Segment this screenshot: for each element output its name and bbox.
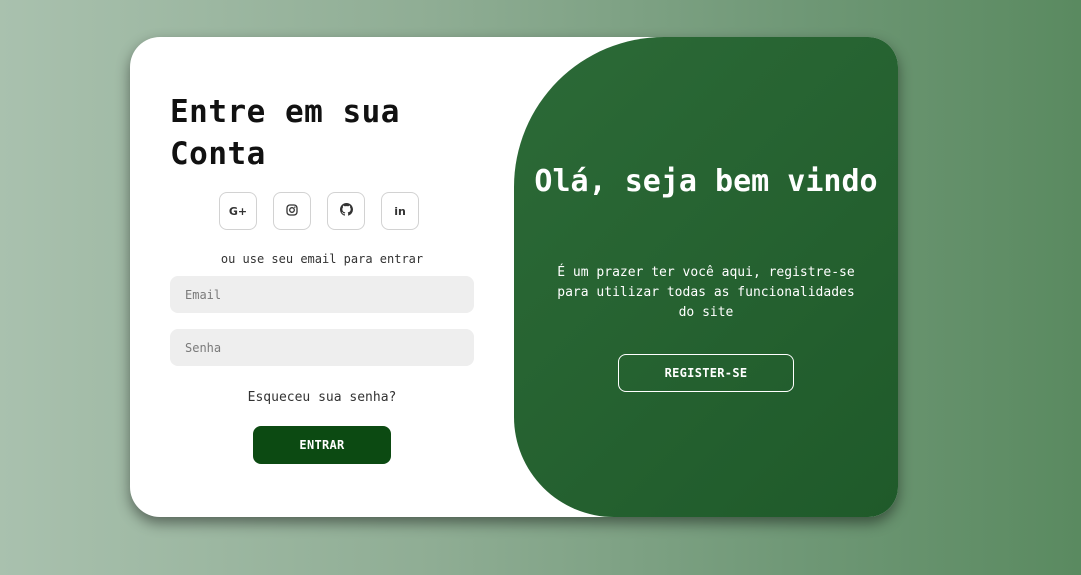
social-login-row: G+ in: [219, 192, 419, 230]
email-input[interactable]: [170, 276, 474, 313]
login-form: Entre em sua Conta G+ in ou use seu emai…: [170, 37, 474, 517]
register-button[interactable]: REGISTER-SE: [618, 354, 794, 392]
github-button[interactable]: [327, 192, 365, 230]
welcome-description: É um prazer ter você aqui, registre-se p…: [557, 265, 855, 320]
github-icon: [339, 203, 353, 219]
google-plus-icon: G+: [228, 204, 248, 218]
welcome-title: Olá, seja bem vindo: [534, 164, 878, 199]
google-plus-button[interactable]: G+: [219, 192, 257, 230]
password-input[interactable]: [170, 329, 474, 366]
login-card: Entre em sua Conta G+ in ou use seu emai…: [130, 37, 898, 517]
linkedin-icon: in: [394, 204, 406, 218]
instagram-icon: [286, 203, 298, 219]
forgot-password-link[interactable]: Esqueceu sua senha?: [170, 390, 474, 405]
login-button[interactable]: ENTRAR: [253, 426, 391, 464]
welcome-panel: Olá, seja bem vindo É um prazer ter você…: [514, 37, 898, 517]
login-title: Entre em sua Conta: [170, 94, 400, 172]
instagram-button[interactable]: [273, 192, 311, 230]
linkedin-button[interactable]: in: [381, 192, 419, 230]
email-login-hint: ou use seu email para entrar: [220, 252, 424, 266]
